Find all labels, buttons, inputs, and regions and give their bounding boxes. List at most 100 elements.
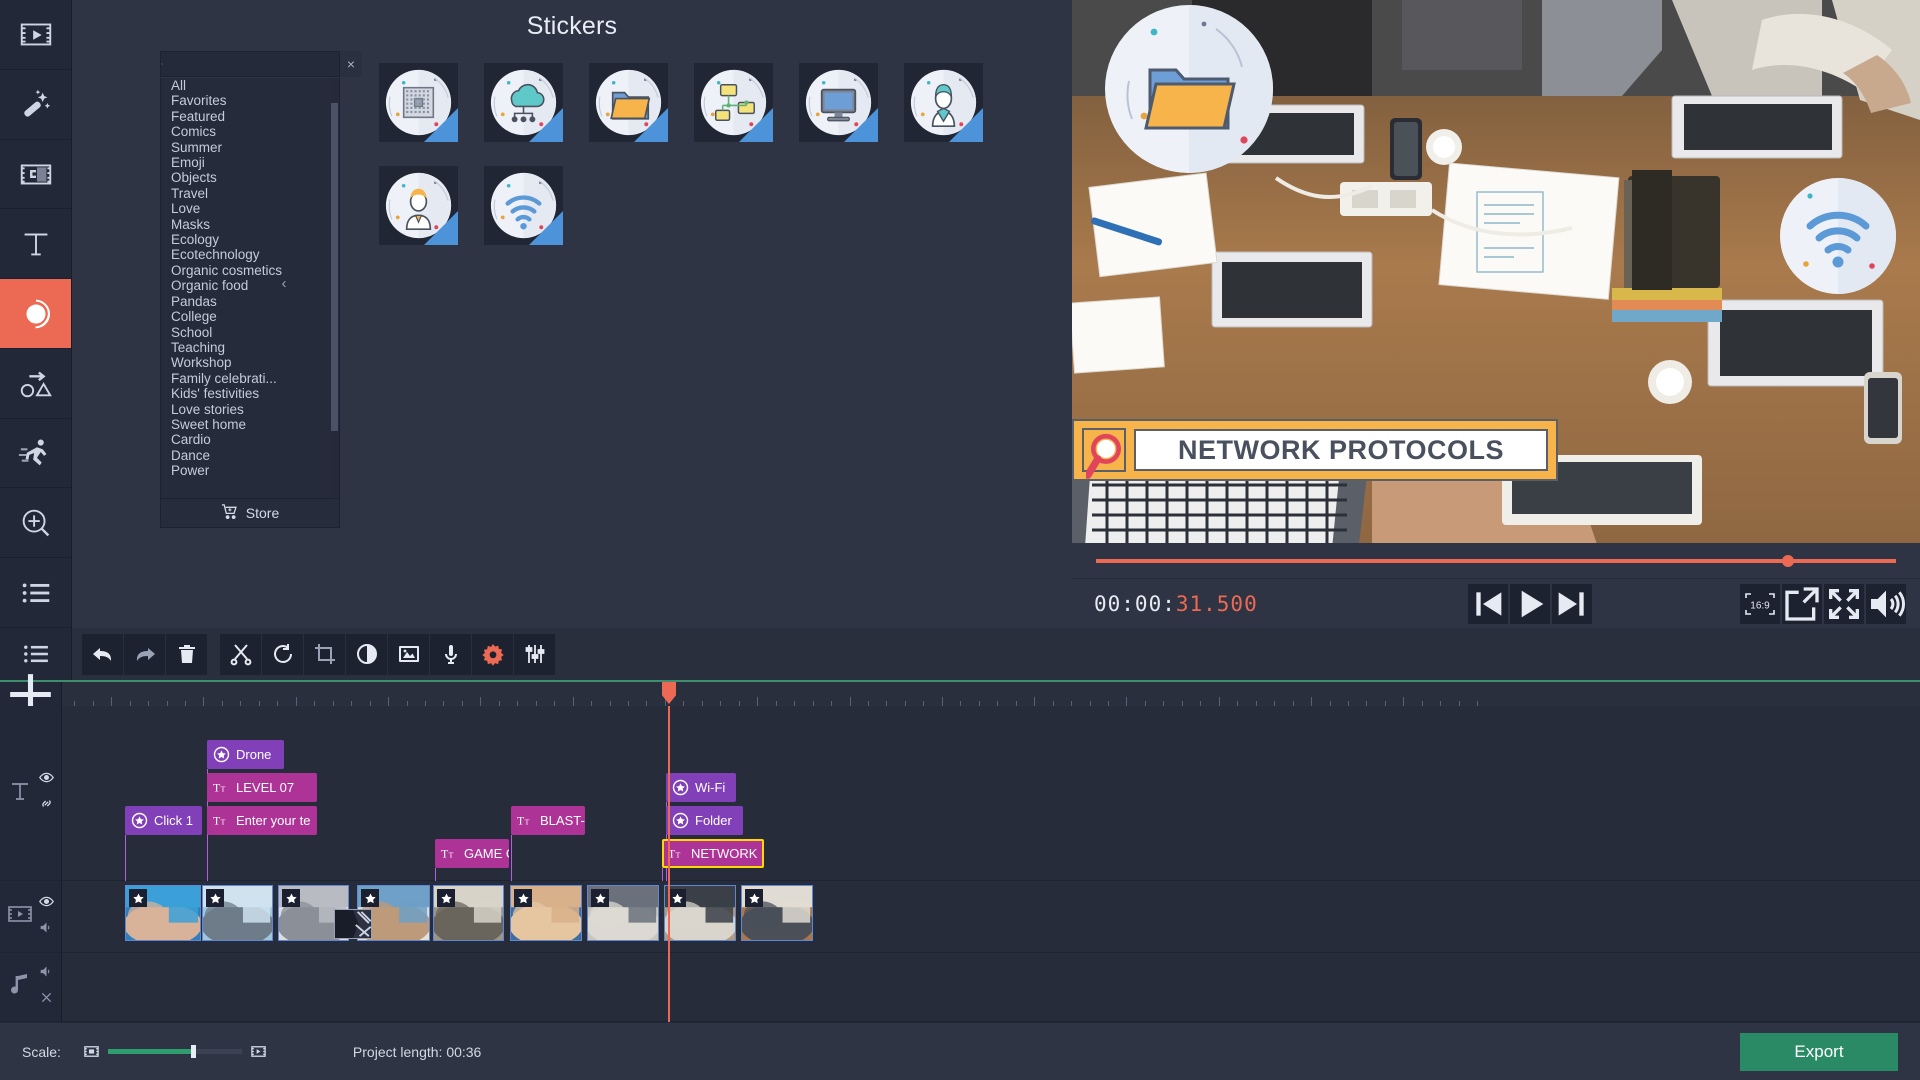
rail-item-import-media[interactable]	[0, 0, 71, 70]
timeline-clip[interactable]: Folder	[666, 806, 743, 835]
video-clip[interactable]	[510, 885, 582, 941]
category-item[interactable]: Power	[161, 463, 339, 478]
timeline-clip[interactable]: Click 1	[125, 806, 202, 835]
sticker-item[interactable]	[366, 63, 471, 148]
export-button[interactable]: Export	[1740, 1033, 1898, 1071]
aspect-ratio-button[interactable]: 16:9	[1740, 584, 1780, 624]
detach-player-button[interactable]	[1782, 584, 1822, 624]
sticker-thumbnail[interactable]	[484, 166, 563, 245]
category-item[interactable]: Organic cosmetics	[161, 263, 339, 278]
timeline-ruler[interactable]	[62, 682, 1920, 706]
category-item[interactable]: School	[161, 325, 339, 340]
zoom-in-frame-icon[interactable]	[250, 1043, 267, 1060]
sticker-thumbnail[interactable]	[694, 63, 773, 142]
video-track-body[interactable]	[62, 881, 1920, 953]
category-item[interactable]: Featured	[161, 109, 339, 124]
zoom-out-frame-icon[interactable]	[83, 1043, 100, 1060]
category-item[interactable]: Family celebrati...	[161, 371, 339, 386]
store-button[interactable]: Store	[160, 498, 340, 528]
sticker-item[interactable]	[891, 63, 996, 148]
category-item[interactable]: Pandas	[161, 294, 339, 309]
rail-item-titles[interactable]	[0, 209, 71, 279]
category-item[interactable]: Sweet home	[161, 417, 339, 432]
sticker-thumbnail[interactable]	[904, 63, 983, 142]
rail-item-more-tools[interactable]	[0, 488, 71, 558]
timeline-clip[interactable]: Drone	[207, 740, 284, 769]
category-item[interactable]: Comics	[161, 124, 339, 139]
search-input[interactable]	[163, 57, 339, 72]
category-list[interactable]: AllFavoritesFeaturedComicsSummerEmojiObj…	[160, 78, 340, 498]
sticker-item[interactable]	[681, 63, 786, 148]
video-clip[interactable]	[433, 885, 504, 941]
preview-folder-sticker[interactable]	[1094, 0, 1284, 184]
preview-progress-bar[interactable]	[1096, 559, 1896, 563]
sticker-item[interactable]	[366, 166, 471, 251]
title-track-body[interactable]: Drone TTLEVEL 07Click 1TTEnter your te TTG…	[62, 706, 1920, 881]
category-item[interactable]: Objects	[161, 170, 339, 185]
rail-item-list-view[interactable]	[0, 558, 71, 628]
timeline-clip[interactable]: TTGAME OVER	[435, 839, 509, 868]
category-item[interactable]: Teaching	[161, 340, 339, 355]
sticker-item[interactable]	[786, 63, 891, 148]
timeline-clip[interactable]: TTEnter your te	[207, 806, 317, 835]
video-clip[interactable]	[202, 885, 273, 941]
category-item[interactable]: Ecotechnology	[161, 247, 339, 262]
category-item[interactable]: College	[161, 309, 339, 324]
scale-slider-handle[interactable]	[191, 1045, 196, 1058]
video-clip[interactable]	[741, 885, 813, 941]
add-track-button[interactable]	[0, 682, 62, 706]
category-item[interactable]: Kids' festivities	[161, 386, 339, 401]
video-clip[interactable]	[664, 885, 736, 941]
eye-icon[interactable]	[39, 894, 54, 914]
timeline-clip[interactable]: Wi-Fi	[666, 773, 736, 802]
category-item[interactable]: Love stories	[161, 402, 339, 417]
audio-track-body[interactable]	[62, 953, 1920, 1022]
volume-button[interactable]	[1866, 584, 1906, 624]
category-item[interactable]: Ecology	[161, 232, 339, 247]
rail-item-filters[interactable]	[0, 70, 71, 140]
sticker-thumbnail[interactable]	[379, 63, 458, 142]
progress-handle[interactable]	[1782, 555, 1794, 567]
fullscreen-button[interactable]	[1824, 584, 1864, 624]
mute-icon[interactable]	[39, 990, 54, 1010]
timeline-clip[interactable]: TTNETWORK	[662, 839, 764, 868]
video-clip[interactable]	[587, 885, 659, 941]
speaker-icon[interactable]	[39, 964, 54, 984]
timeline-clip[interactable]: TTLEVEL 07	[207, 773, 317, 802]
play-button[interactable]	[1510, 584, 1550, 624]
rail-item-transitions[interactable]	[0, 140, 71, 210]
eye-icon[interactable]	[39, 770, 54, 790]
player-timecode[interactable]: 00:00:31.500	[1094, 592, 1258, 616]
chevron-left-icon[interactable]: ‹	[276, 270, 292, 296]
video-preview[interactable]: NETWORK PROTOCOLS	[1072, 0, 1920, 543]
category-scrollbar[interactable]	[331, 78, 338, 498]
sticker-item[interactable]	[471, 166, 576, 251]
category-item[interactable]: Love	[161, 201, 339, 216]
preview-wifi-sticker[interactable]	[1772, 170, 1904, 302]
category-item[interactable]: Travel	[161, 186, 339, 201]
category-item[interactable]: Cardio	[161, 432, 339, 447]
sticker-thumbnail[interactable]	[799, 63, 878, 142]
search-clear-button[interactable]: ×	[340, 51, 362, 77]
category-item[interactable]: All	[161, 78, 339, 93]
transition-marker[interactable]	[334, 909, 372, 939]
speaker-icon[interactable]	[39, 920, 54, 940]
rail-item-stickers[interactable]	[0, 279, 71, 349]
category-item[interactable]: Workshop	[161, 355, 339, 370]
next-frame-button[interactable]	[1552, 584, 1592, 624]
category-item[interactable]: Masks	[161, 217, 339, 232]
scale-slider[interactable]	[108, 1049, 242, 1054]
timeline-clip[interactable]: TTBLAST-	[511, 806, 585, 835]
sticker-thumbnail[interactable]	[379, 166, 458, 245]
sticker-item[interactable]	[576, 63, 681, 148]
video-clip[interactable]	[125, 885, 201, 941]
category-item[interactable]: Dance	[161, 448, 339, 463]
prev-frame-button[interactable]	[1468, 584, 1508, 624]
category-item[interactable]: Favorites	[161, 93, 339, 108]
category-item[interactable]: Summer	[161, 140, 339, 155]
rail-item-motion-tracking[interactable]	[0, 419, 71, 489]
preview-title-overlay[interactable]: NETWORK PROTOCOLS	[1072, 419, 1558, 481]
sticker-thumbnail[interactable]	[589, 63, 668, 142]
category-item[interactable]: Organic food	[161, 278, 339, 293]
sticker-thumbnail[interactable]	[484, 63, 563, 142]
